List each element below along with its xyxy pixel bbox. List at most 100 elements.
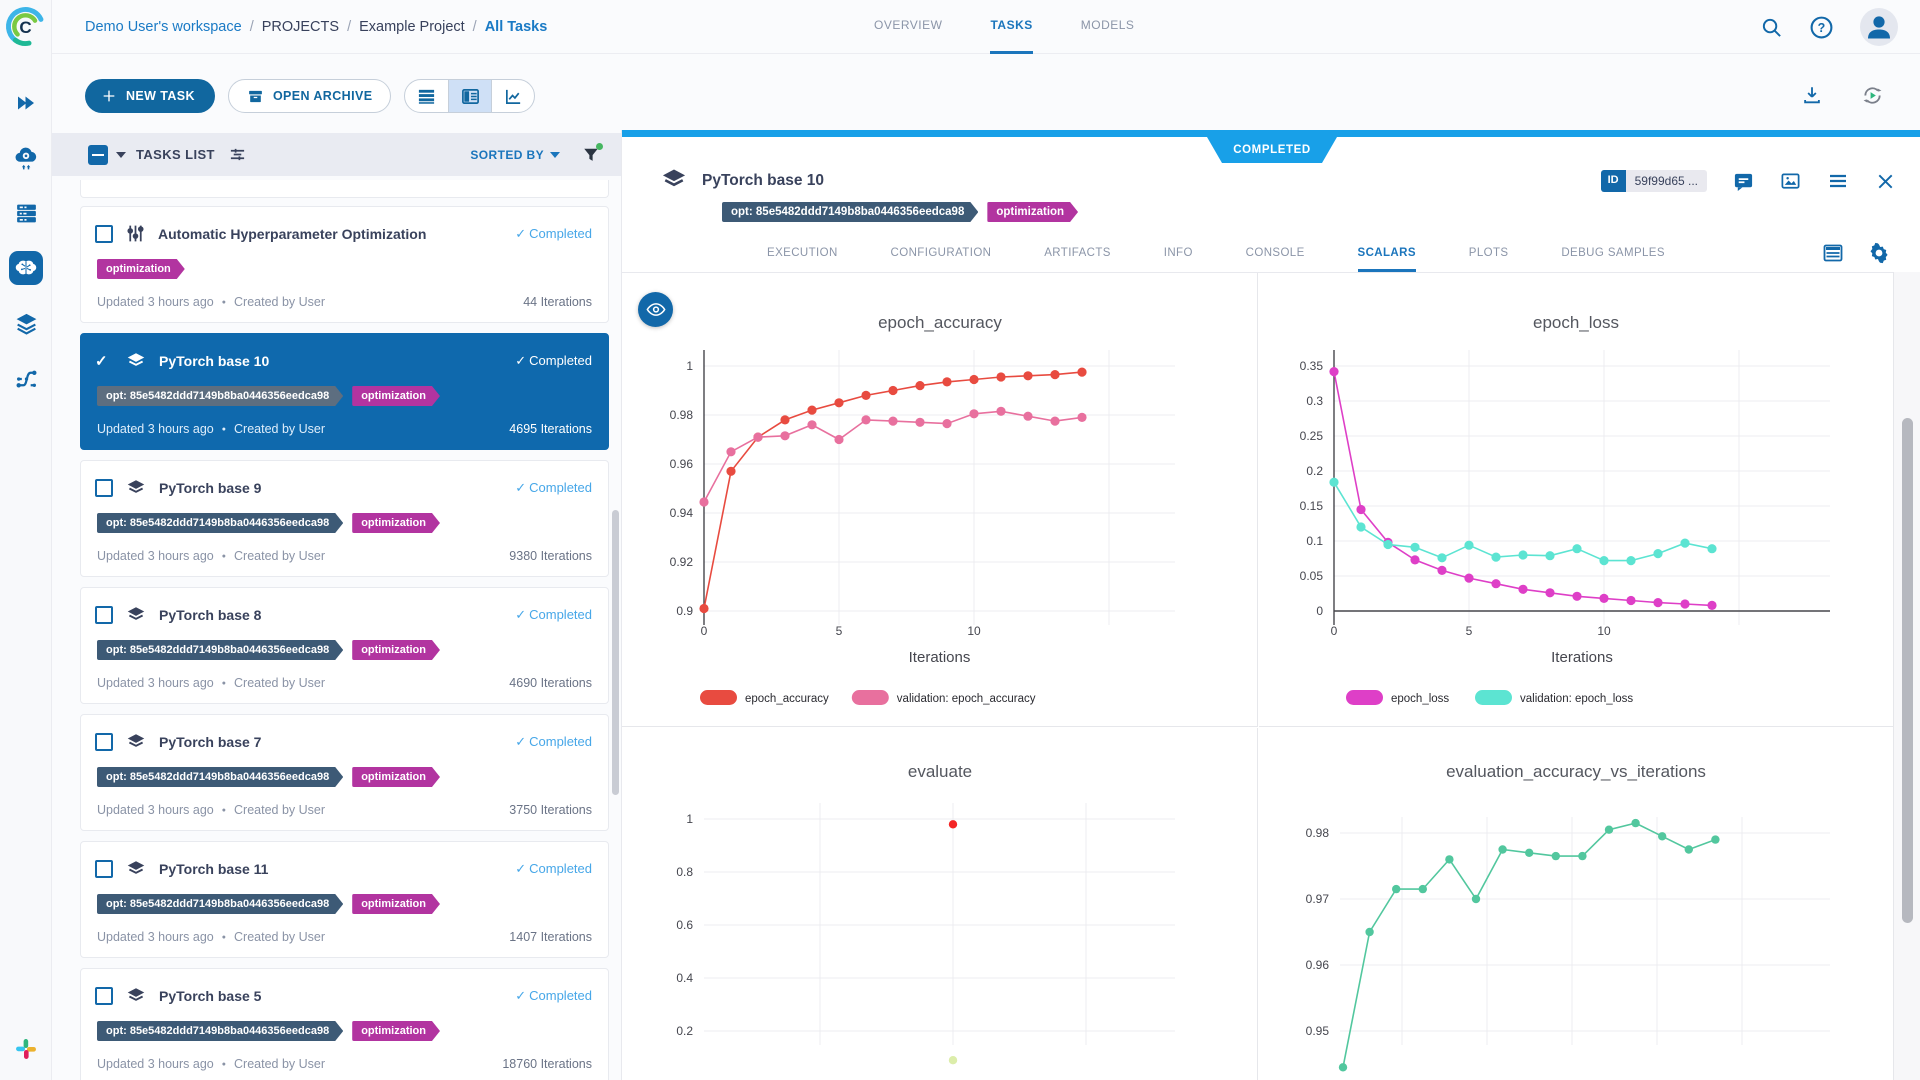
select-dropdown-caret-icon[interactable] <box>116 152 126 158</box>
sidebar-item-workers-queues-icon[interactable] <box>9 196 43 230</box>
select-all-checkbox[interactable] <box>88 145 108 165</box>
task-card[interactable]: PyTorch base 9 ✓Completed opt: 85e5482dd… <box>80 460 609 577</box>
filter-icon[interactable] <box>582 146 600 164</box>
sidebar-expand-icon[interactable] <box>9 86 43 120</box>
search-icon[interactable] <box>1760 16 1783 39</box>
task-id-badge[interactable]: ID 59f99d65 ... <box>1601 170 1707 192</box>
task-tag[interactable]: opt: 85e5482ddd7149b8ba0446356eedca98 <box>97 1021 343 1041</box>
task-tag[interactable]: opt: 85e5482ddd7149b8ba0446356eedca98 <box>97 386 343 406</box>
detail-tab-execution[interactable]: EXECUTION <box>767 238 838 272</box>
sorted-by-dropdown[interactable]: SORTED BY <box>470 148 560 162</box>
task-updated: Updated 3 hours ago <box>97 295 214 309</box>
customize-list-icon[interactable] <box>229 146 246 163</box>
clearml-logo-icon[interactable]: C <box>4 5 47 48</box>
task-tag[interactable]: opt: 85e5482ddd7149b8ba0446356eedca98 <box>97 513 343 533</box>
task-tag[interactable]: optimization <box>352 767 440 787</box>
task-card[interactable]: Automatic Hyperparameter Optimization ✓C… <box>80 206 609 323</box>
task-tag[interactable]: optimization <box>352 1021 440 1041</box>
legend-item[interactable]: validation: epoch_loss <box>1475 690 1633 705</box>
detail-tab-debug-samples[interactable]: DEBUG SAMPLES <box>1561 238 1665 272</box>
svg-text:epoch_accuracy: epoch_accuracy <box>745 693 829 705</box>
chart-view-icon[interactable] <box>491 80 534 112</box>
task-tag[interactable]: opt: 85e5482ddd7149b8ba0446356eedca98 <box>97 640 343 660</box>
breadcrumb-projects[interactable]: PROJECTS <box>262 19 339 35</box>
detail-scrollbar[interactable] <box>1902 418 1913 923</box>
task-tag[interactable]: opt: 85e5482ddd7149b8ba0446356eedca98 <box>97 894 343 914</box>
task-title: PyTorch base 10 <box>159 353 269 369</box>
breadcrumb: Demo User's workspace / PROJECTS / Examp… <box>85 0 547 54</box>
breadcrumb-project[interactable]: Example Project <box>359 19 465 35</box>
task-card[interactable]: PyTorch base 11 ✓Completed opt: 85e5482d… <box>80 841 609 958</box>
chart-cell-evaluation-accuracy: evaluation_accuracy_vs_iterations0.980.9… <box>1259 728 1893 1080</box>
legend-item[interactable]: validation: epoch_accuracy <box>852 690 1036 705</box>
tab-models[interactable]: MODELS <box>1081 0 1135 54</box>
rail-nav <box>0 86 52 395</box>
svg-text:5: 5 <box>1466 624 1473 638</box>
task-card[interactable]: ✓ PyTorch base 10 ✓Completed opt: 85e548… <box>80 333 609 450</box>
task-updated: Updated 3 hours ago <box>97 676 214 690</box>
slack-icon[interactable] <box>15 1038 37 1060</box>
close-icon[interactable] <box>1875 171 1896 192</box>
detail-tab-scalars[interactable]: SCALARS <box>1358 238 1416 272</box>
task-checkbox[interactable] <box>95 479 113 497</box>
task-tag[interactable]: optimization <box>352 386 440 406</box>
metrics-table-icon[interactable] <box>1822 242 1844 264</box>
detail-tab-configuration[interactable]: CONFIGURATION <box>891 238 992 272</box>
dot-separator: ● <box>222 680 226 687</box>
avatar[interactable] <box>1860 8 1898 46</box>
task-tags: opt: 85e5482ddd7149b8ba0446356eedca98 opt… <box>97 513 440 533</box>
legend-item[interactable]: epoch_loss <box>1346 690 1449 705</box>
task-tag[interactable]: optimization <box>352 894 440 914</box>
hide-metrics-eye-icon[interactable] <box>638 292 673 327</box>
task-tag[interactable]: opt: 85e5482ddd7149b8ba0446356eedca98 <box>722 202 978 222</box>
task-checkbox[interactable] <box>95 225 113 243</box>
table-view-icon[interactable] <box>405 80 448 112</box>
task-iterations: 4695 Iterations <box>509 422 592 436</box>
tasks-list-scrollbar[interactable] <box>612 510 619 795</box>
menu-icon[interactable] <box>1827 170 1849 192</box>
task-card[interactable]: PyTorch base 8 ✓Completed opt: 85e5482dd… <box>80 587 609 704</box>
task-tag[interactable]: optimization <box>352 513 440 533</box>
svg-text:0.98: 0.98 <box>1306 826 1330 840</box>
task-card[interactable]: PyTorch base 7 ✓Completed opt: 85e5482dd… <box>80 714 609 831</box>
detail-tab-info[interactable]: INFO <box>1164 238 1193 272</box>
breadcrumb-workspace[interactable]: Demo User's workspace <box>85 19 242 35</box>
task-checkbox[interactable] <box>95 987 113 1005</box>
task-tag[interactable]: optimization <box>987 202 1078 222</box>
sidebar-item-projects-icon[interactable] <box>9 251 43 285</box>
detail-tab-plots[interactable]: PLOTS <box>1469 238 1509 272</box>
legend-item[interactable]: epoch_accuracy <box>700 690 829 705</box>
sidebar-item-datasets-icon[interactable] <box>9 306 43 340</box>
task-checkbox[interactable] <box>95 606 113 624</box>
task-card[interactable]: PyTorch base 5 ✓Completed opt: 85e5482dd… <box>80 968 609 1080</box>
download-icon[interactable] <box>1801 84 1823 107</box>
task-tag[interactable]: opt: 85e5482ddd7149b8ba0446356eedca98 <box>97 767 343 787</box>
tab-tasks[interactable]: TASKS <box>990 0 1032 54</box>
svg-text:0.94: 0.94 <box>670 506 694 520</box>
open-archive-button[interactable]: OPEN ARCHIVE <box>228 79 392 113</box>
svg-text:10: 10 <box>1597 624 1611 638</box>
tab-overview[interactable]: OVERVIEW <box>874 0 942 54</box>
task-tag[interactable]: optimization <box>97 259 185 279</box>
chart-cell-epoch-accuracy: epoch_accuracy10.980.960.940.920.90510It… <box>622 273 1258 727</box>
svg-text:0.4: 0.4 <box>676 971 693 985</box>
comment-icon[interactable] <box>1733 171 1754 192</box>
image-icon[interactable] <box>1780 171 1801 192</box>
task-title: PyTorch base 5 <box>159 988 261 1004</box>
dot-separator: ● <box>222 934 226 941</box>
detail-tab-console[interactable]: CONSOLE <box>1246 238 1305 272</box>
dot-separator: ● <box>222 299 226 306</box>
task-checkbox[interactable] <box>95 860 113 878</box>
task-tag[interactable]: optimization <box>352 640 440 660</box>
help-icon[interactable]: ? <box>1809 15 1834 40</box>
task-checkbox[interactable] <box>95 733 113 751</box>
split-view-icon[interactable] <box>448 80 491 112</box>
sidebar-item-pipelines-icon[interactable] <box>9 361 43 395</box>
settings-gear-icon[interactable] <box>1868 242 1890 264</box>
selected-check-icon[interactable]: ✓ <box>95 352 113 370</box>
auto-refresh-icon[interactable] <box>1861 84 1884 107</box>
detail-tab-artifacts[interactable]: ARTIFACTS <box>1044 238 1111 272</box>
task-card-partial[interactable] <box>80 180 609 198</box>
sidebar-item-apps-icon[interactable] <box>9 141 43 175</box>
new-task-button[interactable]: NEW TASK <box>85 79 215 113</box>
